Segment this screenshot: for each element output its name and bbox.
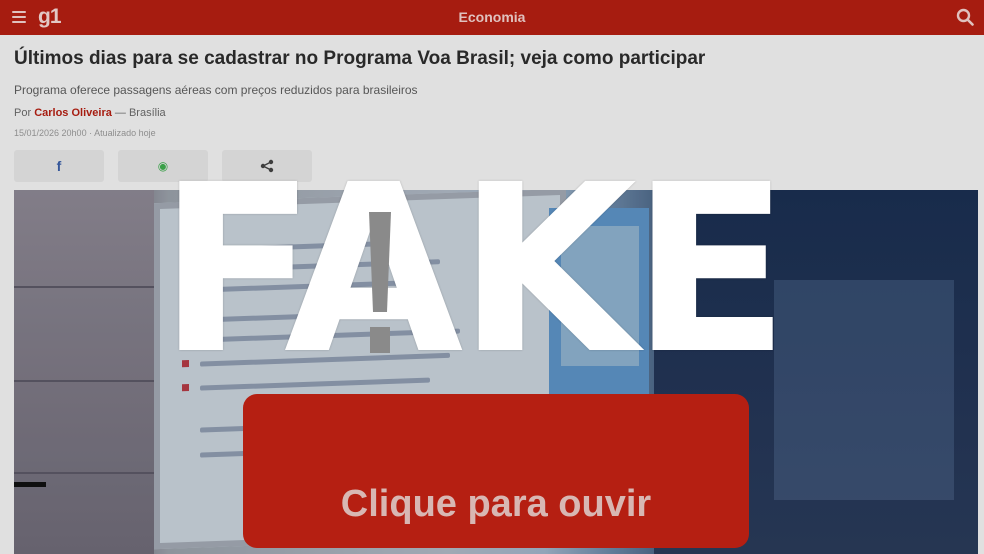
warning-icon: [369, 212, 391, 353]
fake-stamp: FAKE: [158, 135, 790, 405]
listen-button-label: Clique para ouvir: [340, 483, 652, 525]
listen-button[interactable]: Clique para ouvir: [243, 394, 749, 548]
page: g1 Economia Últimos dias para se cadastr…: [0, 0, 984, 554]
